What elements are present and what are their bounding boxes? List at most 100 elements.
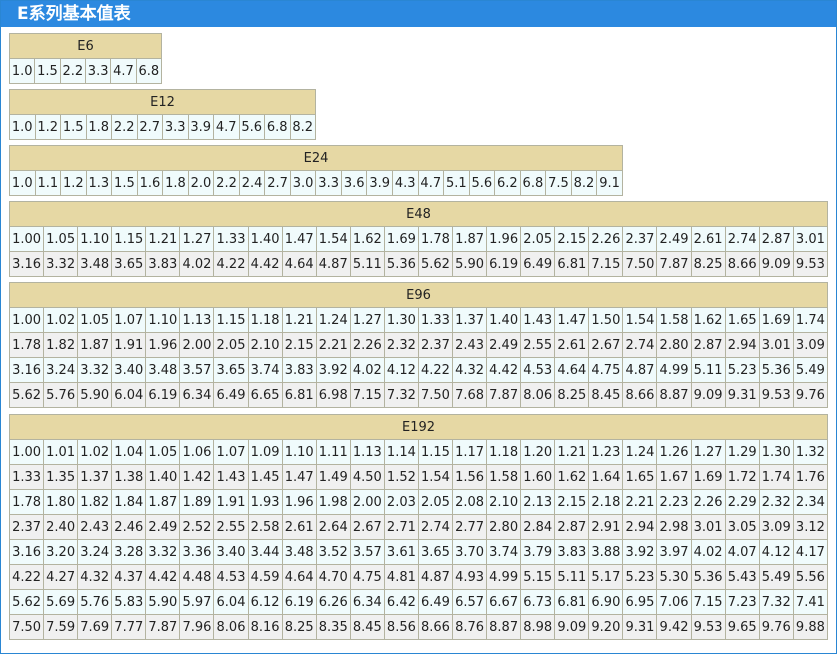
value-cell: 2.10 bbox=[486, 489, 522, 515]
value-cell: 4.53 bbox=[213, 564, 249, 590]
value-cell: 1.18 bbox=[247, 307, 283, 333]
value-cell: 1.69 bbox=[383, 226, 419, 252]
value-cell: 1.18 bbox=[486, 439, 522, 465]
value-cell: 8.66 bbox=[724, 251, 760, 277]
value-cell: 1.87 bbox=[452, 226, 488, 252]
value-cell: 2.55 bbox=[520, 332, 556, 358]
value-cell: 1.3 bbox=[85, 170, 113, 196]
value-cell: 6.98 bbox=[315, 382, 351, 408]
table-row: 4.22 4.27 4.32 4.37 4.42 4.48 4.53 4.59 4.64 4.70… bbox=[8, 564, 829, 590]
value-cell: 3.09 bbox=[758, 514, 794, 540]
value-cell: 1.33 bbox=[8, 464, 45, 490]
value-cell: 1.87 bbox=[77, 332, 113, 358]
table-row: 1.0 1.5 2.2 3.3 4.7 6.8 bbox=[8, 58, 163, 84]
value-cell: 6.12 bbox=[247, 589, 283, 615]
value-cell: 1.64 bbox=[588, 464, 624, 490]
value-cell: 1.82 bbox=[43, 332, 79, 358]
value-cell: 1.6 bbox=[136, 170, 164, 196]
value-cell: 1.2 bbox=[34, 114, 61, 140]
value-cell: 2.2 bbox=[213, 170, 240, 196]
value-cell: 7.32 bbox=[383, 382, 419, 408]
value-cell: 5.11 bbox=[554, 564, 590, 590]
value-cell: 5.36 bbox=[690, 564, 726, 590]
value-cell: 9.76 bbox=[792, 382, 829, 408]
value-cell: 5.62 bbox=[417, 251, 454, 277]
value-cell: 1.07 bbox=[213, 439, 249, 465]
value-cell: 7.5 bbox=[545, 170, 572, 196]
value-cell: 1.91 bbox=[213, 489, 249, 515]
value-cell: 6.65 bbox=[247, 382, 283, 408]
value-cell: 7.87 bbox=[656, 251, 692, 277]
value-cell: 1.54 bbox=[417, 464, 454, 490]
value-cell: 1.27 bbox=[349, 307, 385, 333]
value-cell: 1.87 bbox=[145, 489, 181, 515]
value-cell: 1.27 bbox=[179, 226, 215, 252]
value-cell: 1.37 bbox=[452, 307, 488, 333]
table-row: 1.00 1.02 1.05 1.07 1.10 1.13 1.15 1.18 1.21 1.24… bbox=[8, 307, 829, 333]
value-cell: 3.09 bbox=[792, 332, 829, 358]
value-cell: 2.34 bbox=[792, 489, 829, 515]
value-cell: 4.87 bbox=[622, 357, 658, 383]
value-cell: 2.67 bbox=[588, 332, 624, 358]
value-cell: 1.40 bbox=[145, 464, 181, 490]
value-cell: 2.74 bbox=[417, 514, 454, 540]
value-cell: 7.06 bbox=[656, 589, 692, 615]
value-cell: 1.04 bbox=[111, 439, 147, 465]
value-cell: 7.50 bbox=[8, 614, 45, 640]
table-row: 1.78 1.80 1.82 1.84 1.87 1.89 1.91 1.93 1.96 1.98… bbox=[8, 489, 829, 515]
value-cell: 2.74 bbox=[724, 226, 760, 252]
value-cell: 6.57 bbox=[452, 589, 488, 615]
value-cell: 5.49 bbox=[758, 564, 794, 590]
table-header-row: E96 bbox=[9, 282, 828, 308]
value-cell: 1.65 bbox=[724, 307, 760, 333]
value-cell: 6.04 bbox=[111, 382, 147, 408]
value-cell: 1.0 bbox=[8, 58, 36, 84]
value-cell: 4.07 bbox=[724, 539, 760, 565]
value-cell: 3.05 bbox=[724, 514, 760, 540]
value-cell: 8.25 bbox=[554, 382, 590, 408]
value-cell: 4.99 bbox=[486, 564, 522, 590]
value-cell: 2.7 bbox=[264, 170, 291, 196]
value-cell: 5.69 bbox=[43, 589, 79, 615]
value-cell: 1.67 bbox=[656, 464, 692, 490]
value-cell: 5.43 bbox=[724, 564, 760, 590]
value-cell: 1.47 bbox=[554, 307, 590, 333]
value-cell: 7.32 bbox=[758, 589, 794, 615]
value-cell: 2.46 bbox=[111, 514, 147, 540]
value-cell: 8.25 bbox=[690, 251, 726, 277]
value-cell: 3.24 bbox=[43, 357, 79, 383]
table-header-row: E12 bbox=[9, 89, 316, 115]
value-cell: 7.15 bbox=[690, 589, 726, 615]
value-cell: 1.96 bbox=[145, 332, 181, 358]
value-cell: 6.2 bbox=[494, 170, 521, 196]
value-cell: 1.32 bbox=[792, 439, 829, 465]
value-cell: 5.97 bbox=[179, 589, 215, 615]
value-cell: 2.15 bbox=[281, 332, 317, 358]
value-cell: 5.83 bbox=[111, 589, 147, 615]
value-cell: 5.36 bbox=[383, 251, 419, 277]
table-row: 7.50 7.59 7.69 7.77 7.87 7.96 8.06 8.16 8.25 8.35… bbox=[8, 614, 829, 640]
value-cell: 1.14 bbox=[383, 439, 419, 465]
value-cell: 5.90 bbox=[77, 382, 113, 408]
value-cell: 4.42 bbox=[486, 357, 522, 383]
value-cell: 1.11 bbox=[315, 439, 351, 465]
value-cell: 2.61 bbox=[281, 514, 317, 540]
value-cell: 1.10 bbox=[145, 307, 181, 333]
value-cell: 8.25 bbox=[281, 614, 317, 640]
value-cell: 3.12 bbox=[792, 514, 829, 540]
value-cell: 1.2 bbox=[60, 170, 87, 196]
value-cell: 7.87 bbox=[145, 614, 181, 640]
value-cell: 8.76 bbox=[452, 614, 488, 640]
value-cell: 4.53 bbox=[520, 357, 556, 383]
value-cell: 7.68 bbox=[452, 382, 488, 408]
value-cell: 3.9 bbox=[366, 170, 393, 196]
value-cell: 2.21 bbox=[622, 489, 658, 515]
value-cell: 3.32 bbox=[77, 357, 113, 383]
value-cell: 7.50 bbox=[622, 251, 658, 277]
value-cell: 1.45 bbox=[247, 464, 283, 490]
value-cell: 8.06 bbox=[213, 614, 249, 640]
value-cell: 5.30 bbox=[656, 564, 692, 590]
value-cell: 2.94 bbox=[622, 514, 658, 540]
value-cell: 1.89 bbox=[179, 489, 215, 515]
value-cell: 3.52 bbox=[315, 539, 351, 565]
